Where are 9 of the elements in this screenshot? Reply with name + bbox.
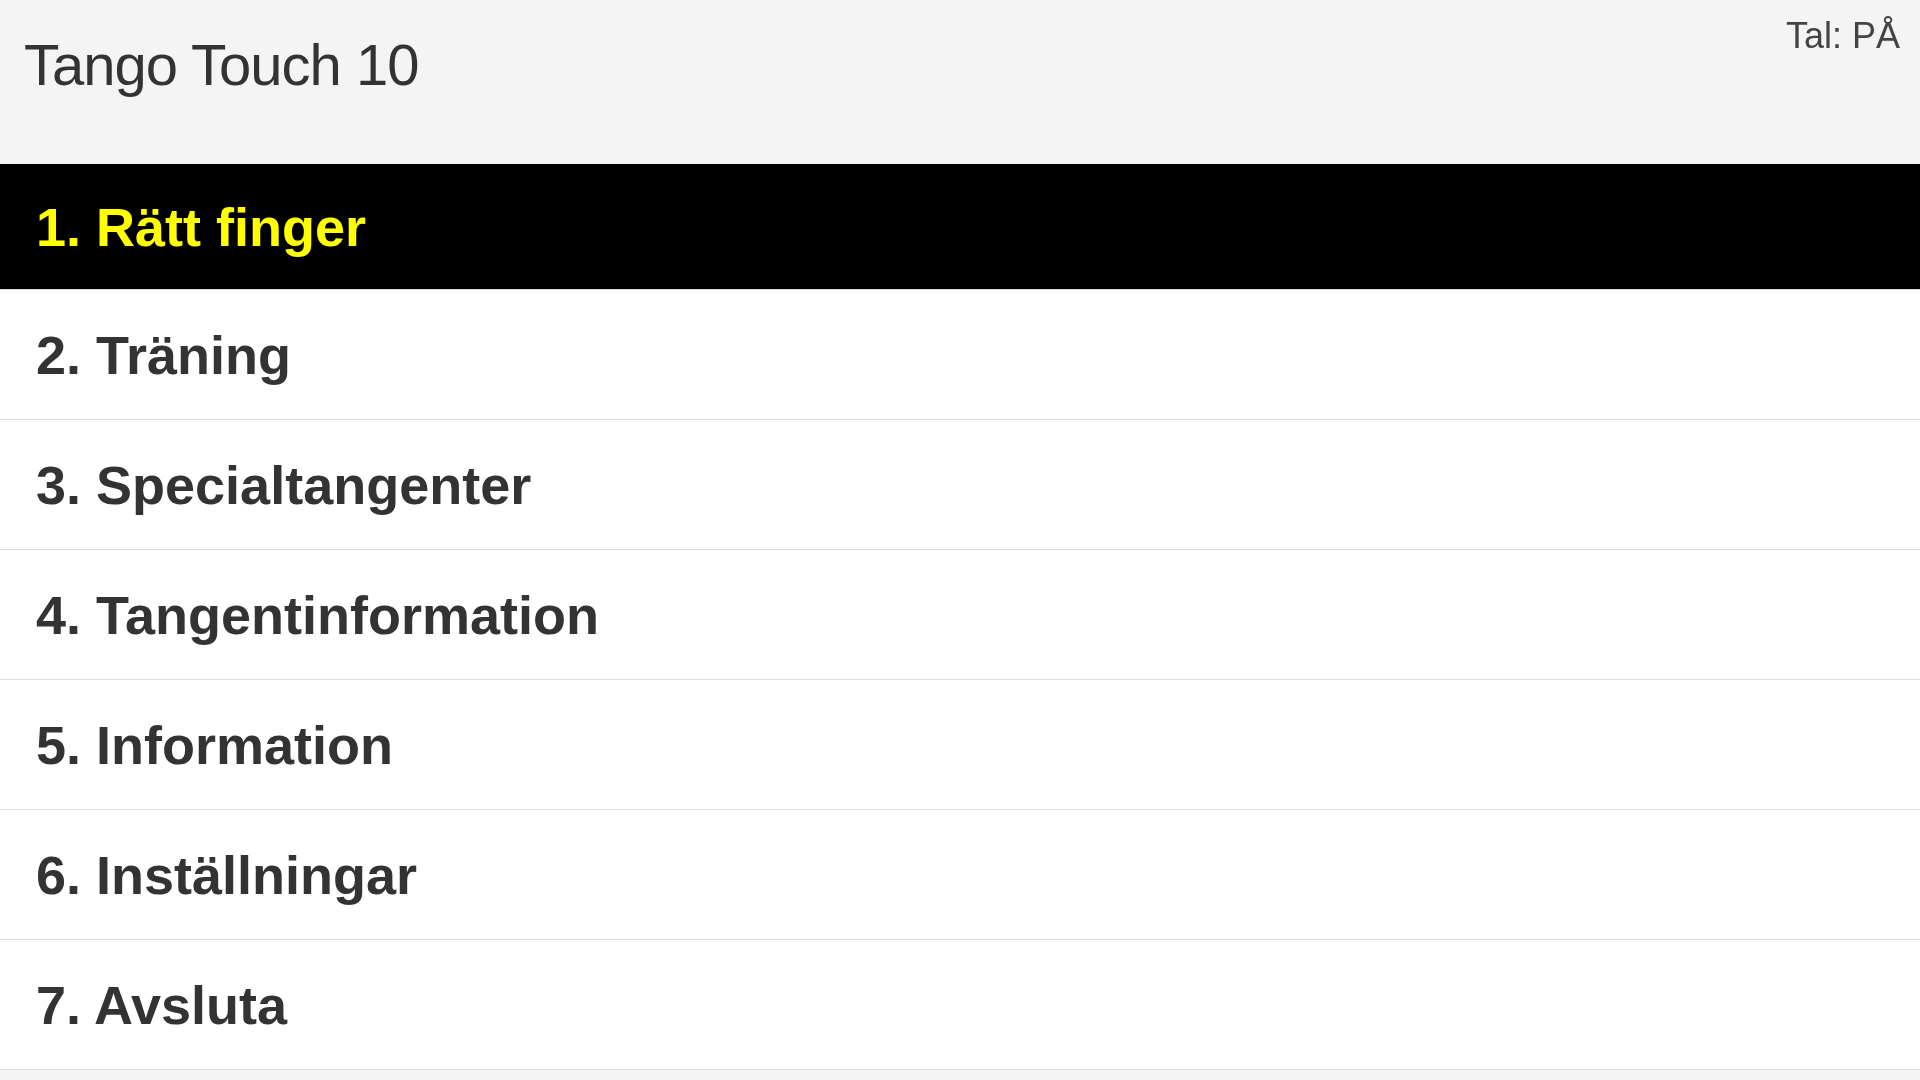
menu-item[interactable]: 1. Rätt finger bbox=[0, 164, 1920, 289]
menu-item[interactable]: 3. Specialtangenter bbox=[0, 419, 1920, 549]
menu-item[interactable]: 6. Inställningar bbox=[0, 809, 1920, 939]
app-title: Tango Touch 10 bbox=[24, 31, 419, 99]
menu-item[interactable]: 5. Information bbox=[0, 679, 1920, 809]
menu-item[interactable]: 4. Tangentinformation bbox=[0, 549, 1920, 679]
speech-status: Tal: PÅ bbox=[1785, 14, 1900, 58]
menu-item[interactable]: 2. Träning bbox=[0, 289, 1920, 419]
menu-item[interactable]: 7. Avsluta bbox=[0, 939, 1920, 1069]
